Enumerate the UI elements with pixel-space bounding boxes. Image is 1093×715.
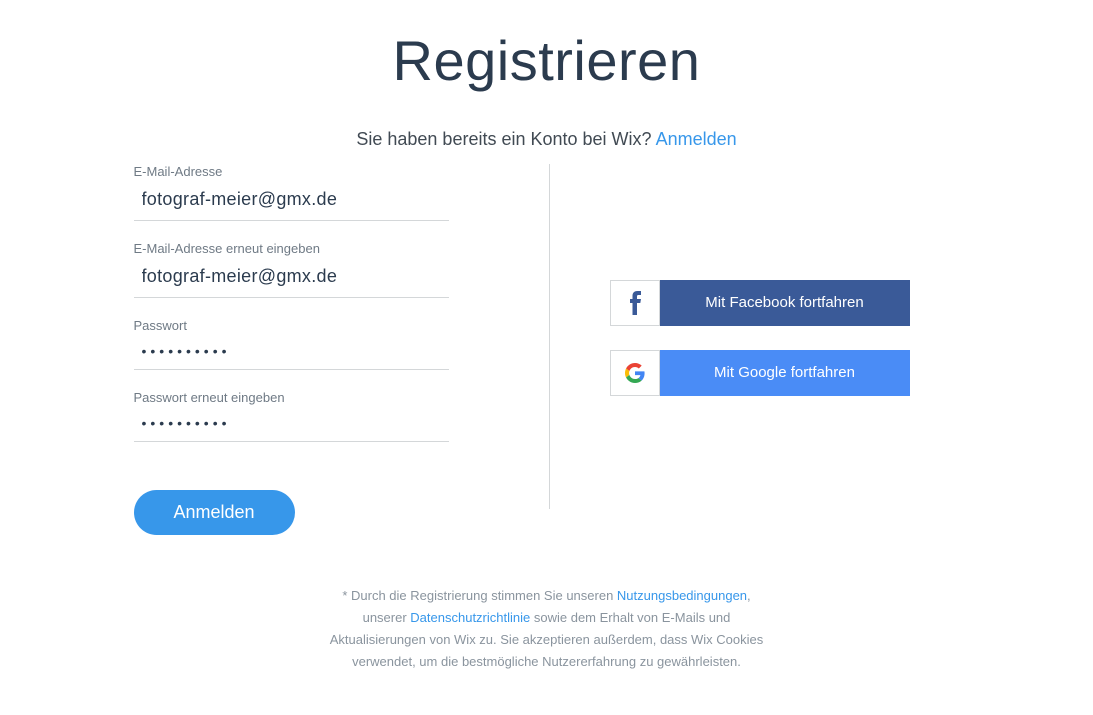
signin-link[interactable]: Anmelden (656, 129, 737, 149)
email-label: E-Mail-Adresse (134, 164, 449, 179)
password-label: Passwort (134, 318, 449, 333)
page-title: Registrieren (0, 28, 1093, 93)
privacy-link[interactable]: Datenschutzrichtlinie (410, 610, 530, 625)
footer-text: * Durch die Registrierung stimmen Sie un… (327, 585, 767, 673)
submit-button[interactable]: Anmelden (134, 490, 295, 535)
facebook-icon (610, 280, 660, 326)
email-input[interactable] (134, 183, 449, 221)
google-label: Mit Google fortfahren (660, 350, 910, 396)
subtitle: Sie haben bereits ein Konto bei Wix? Anm… (0, 129, 1093, 150)
form-panel: E-Mail-Adresse E-Mail-Adresse erneut ein… (134, 164, 489, 535)
password-confirm-label: Passwort erneut eingeben (134, 390, 449, 405)
facebook-label: Mit Facebook fortfahren (660, 280, 910, 326)
vertical-divider (549, 164, 550, 509)
email-confirm-input[interactable] (134, 260, 449, 298)
google-button[interactable]: Mit Google fortfahren (610, 350, 910, 396)
password-input[interactable] (134, 337, 449, 370)
social-panel: Mit Facebook fortfahren Mit Google fortf… (610, 164, 960, 535)
subtitle-text: Sie haben bereits ein Konto bei Wix? (356, 129, 655, 149)
facebook-button[interactable]: Mit Facebook fortfahren (610, 280, 910, 326)
terms-link[interactable]: Nutzungsbedingungen (617, 588, 747, 603)
footer-t1: * Durch die Registrierung stimmen Sie un… (342, 588, 617, 603)
google-icon (610, 350, 660, 396)
password-confirm-input[interactable] (134, 409, 449, 442)
email-confirm-label: E-Mail-Adresse erneut eingeben (134, 241, 449, 256)
